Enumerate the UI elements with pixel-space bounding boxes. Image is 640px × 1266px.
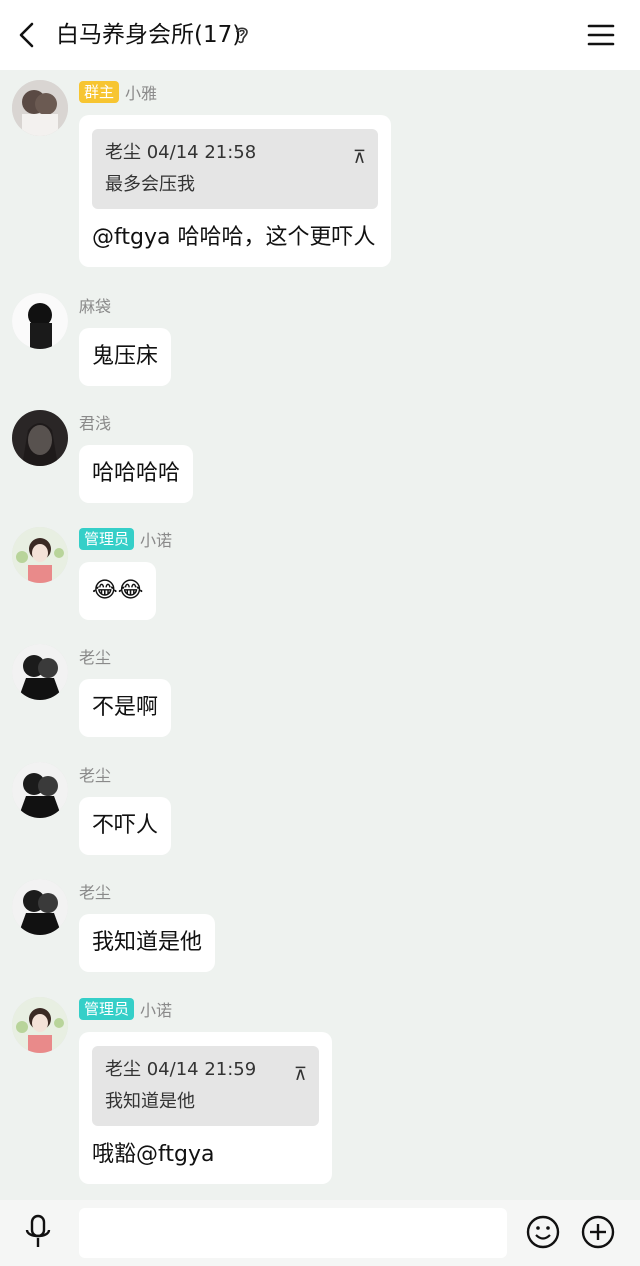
message-text: 不吓人 [92, 813, 159, 838]
back-icon[interactable] [14, 20, 44, 50]
admin-badge: 管理员 [79, 528, 135, 550]
avatar[interactable] [12, 879, 68, 935]
avatar[interactable] [12, 410, 68, 466]
sender-line: 老尘 [79, 762, 111, 786]
message-text: 😂😂 [92, 578, 144, 603]
sender-line: 管理员 小诺 [79, 527, 172, 551]
sender-line: 群主 小雅 [79, 80, 157, 104]
jump-to-icon[interactable]: ⊼ [353, 143, 366, 173]
quote-text: 最多会压我 [105, 174, 195, 195]
sender-name: 君浅 [79, 414, 112, 433]
quoted-message[interactable]: 老尘 04/14 21:59 我知道是他 ⊼ [92, 1046, 319, 1126]
avatar[interactable] [12, 762, 68, 818]
sender-name: 老尘 [79, 648, 112, 667]
sender-line: 麻袋 [79, 293, 111, 317]
message-bubble[interactable]: 不吓人 [79, 797, 172, 855]
sender-name: 老尘 [79, 766, 112, 785]
jump-to-icon[interactable]: ⊼ [294, 1060, 307, 1090]
message-input[interactable] [79, 1208, 507, 1258]
message-bubble[interactable]: 😂😂 [79, 562, 157, 620]
message-bubble[interactable]: 老尘 04/14 21:59 我知道是他 ⊼ 哦豁@ftgya [79, 1032, 332, 1184]
avatar[interactable] [12, 80, 68, 136]
message-text: 鬼压床 [92, 344, 159, 369]
message-bubble[interactable]: 鬼压床 [79, 328, 172, 386]
sender-name: 小雅 [125, 84, 158, 103]
quote-meta: 老尘 04/14 21:59 [105, 1059, 257, 1080]
plus-icon[interactable] [580, 1214, 616, 1250]
quote-text: 我知道是他 [105, 1091, 195, 1112]
sender-name: 老尘 [79, 883, 112, 902]
sender-name: 小诺 [140, 1001, 173, 1020]
emoji-icon[interactable] [525, 1214, 561, 1250]
avatar[interactable] [12, 644, 68, 700]
avatar[interactable] [12, 997, 68, 1053]
message-bubble[interactable]: 老尘 04/14 21:58 最多会压我 ⊼ @ftgya 哈哈哈，这个更吓人 [79, 115, 391, 267]
message-list[interactable]: 群主 小雅 老尘 04/14 21:58 最多会压我 ⊼ @ftgya 哈哈哈，… [0, 70, 640, 1200]
avatar[interactable] [12, 527, 68, 583]
message-text: 不是啊 [92, 695, 159, 720]
sender-name: 小诺 [140, 531, 173, 550]
menu-icon[interactable] [586, 22, 616, 48]
message-text: 哦豁@ftgya [92, 1142, 215, 1167]
message-bubble[interactable]: 我知道是他 [79, 914, 216, 972]
chat-title[interactable]: 白马养身会所(17) [56, 18, 241, 52]
message-text: 我知道是他 [92, 930, 203, 955]
admin-badge: 管理员 [79, 998, 135, 1020]
chat-header: 白马养身会所(17) [0, 0, 640, 70]
sender-name: 麻袋 [79, 297, 112, 316]
message-bubble[interactable]: 哈哈哈哈 [79, 445, 194, 503]
quoted-message[interactable]: 老尘 04/14 21:58 最多会压我 ⊼ [92, 129, 378, 209]
message-bubble[interactable]: 不是啊 [79, 679, 172, 737]
microphone-icon[interactable] [22, 1214, 54, 1250]
sender-line: 管理员 小诺 [79, 997, 172, 1021]
ear-icon [236, 27, 248, 44]
message-text: 哈哈哈哈 [92, 461, 181, 486]
message-text: @ftgya 哈哈哈，这个更吓人 [92, 225, 376, 250]
quote-meta: 老尘 04/14 21:58 [105, 142, 257, 163]
input-bar [0, 1200, 640, 1266]
avatar[interactable] [12, 293, 68, 349]
sender-line: 老尘 [79, 879, 111, 903]
sender-line: 君浅 [79, 410, 111, 434]
owner-badge: 群主 [79, 81, 120, 103]
sender-line: 老尘 [79, 644, 111, 668]
